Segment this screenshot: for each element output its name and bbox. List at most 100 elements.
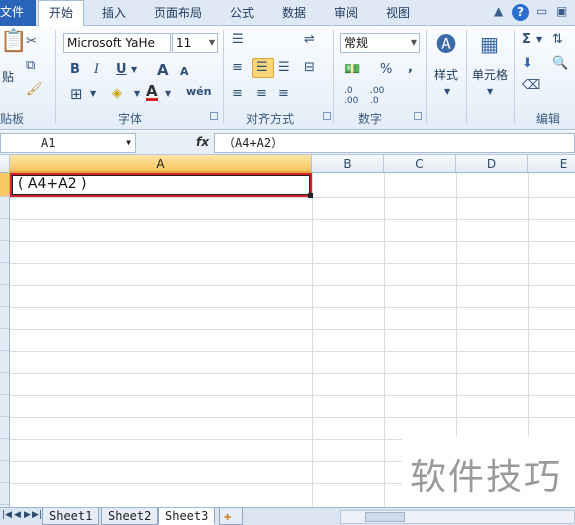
column-header-b[interactable]: B: [312, 155, 384, 173]
grow-font-button[interactable]: A: [157, 62, 169, 78]
borders-icon[interactable]: ⊞: [70, 86, 83, 102]
insert-sheet-icon[interactable]: ✚: [219, 508, 243, 525]
row-header[interactable]: [0, 307, 9, 329]
tab-file[interactable]: 文件: [0, 0, 36, 26]
comma-button[interactable]: ,: [408, 60, 413, 76]
borders-dropdown-icon[interactable]: ▼: [90, 86, 96, 102]
name-box[interactable]: A1 ▼: [0, 133, 136, 153]
minimize-icon[interactable]: ▭: [536, 4, 547, 18]
align-top-row-icon[interactable]: ≡: [232, 60, 243, 76]
find-select-icon[interactable]: 🔍: [552, 56, 568, 72]
column-header-e[interactable]: E: [528, 155, 575, 173]
clear-icon[interactable]: ⌫: [522, 78, 540, 94]
row-header[interactable]: [0, 263, 9, 285]
alignment-dialog-launcher-icon[interactable]: [323, 112, 331, 120]
align-top-icon[interactable]: ☰: [232, 32, 244, 48]
shrink-font-button[interactable]: A: [180, 64, 189, 80]
tab-data[interactable]: 数据: [282, 0, 306, 26]
row-header[interactable]: [0, 483, 9, 505]
italic-button[interactable]: I: [94, 62, 99, 78]
phonetic-guide-button[interactable]: wén: [186, 84, 211, 100]
collapse-ribbon-icon[interactable]: ▲: [494, 4, 503, 18]
tab-review[interactable]: 审阅: [334, 0, 358, 26]
percent-button[interactable]: %: [380, 62, 392, 78]
decrease-decimal-button[interactable]: .00 .0: [370, 86, 392, 106]
font-color-button[interactable]: A: [146, 84, 158, 101]
prev-sheet-icon[interactable]: ◀: [14, 510, 21, 520]
sheet-tab-sheet3[interactable]: Sheet3: [158, 508, 216, 525]
row-header[interactable]: [0, 439, 9, 461]
number-format-select[interactable]: 常规 ▼: [340, 33, 420, 53]
first-sheet-icon[interactable]: |◀: [2, 510, 12, 520]
tab-insert[interactable]: 插入: [102, 0, 126, 26]
underline-dropdown-icon[interactable]: ▼: [131, 62, 137, 78]
copy-icon[interactable]: ⧉: [26, 58, 35, 74]
tab-view[interactable]: 视图: [386, 0, 410, 26]
row-header[interactable]: [0, 173, 9, 197]
row-header[interactable]: [0, 285, 9, 307]
row-header[interactable]: [0, 329, 9, 351]
font-name-select[interactable]: Microsoft YaHe: [63, 33, 171, 53]
merge-center-icon[interactable]: ⊟: [304, 60, 315, 76]
tab-home[interactable]: 开始: [38, 0, 85, 27]
row-header[interactable]: [0, 351, 9, 373]
cells-icon[interactable]: ▦: [480, 34, 499, 54]
last-sheet-icon[interactable]: ▶|: [32, 510, 42, 520]
styles-button[interactable]: 样式: [434, 66, 458, 83]
styles-dropdown-icon[interactable]: ▼: [444, 84, 450, 100]
gridline: [312, 173, 313, 507]
cut-icon[interactable]: ✂: [26, 34, 37, 50]
sheet-tab-sheet2[interactable]: Sheet2: [101, 508, 159, 525]
row-header[interactable]: [0, 461, 9, 483]
help-icon[interactable]: ?: [512, 4, 529, 21]
row-header[interactable]: [0, 417, 9, 439]
align-left-icon[interactable]: ≡: [232, 86, 243, 102]
tab-page-layout[interactable]: 页面布局: [154, 0, 202, 26]
formula-input[interactable]: （A4+A2）: [214, 133, 575, 153]
scrollbar-thumb[interactable]: [365, 512, 405, 522]
restore-icon[interactable]: ▣: [556, 4, 567, 18]
increase-decimal-button[interactable]: .0 .00: [344, 86, 366, 106]
column-header-a[interactable]: A: [10, 155, 312, 173]
paste-label[interactable]: 贴: [2, 68, 14, 85]
horizontal-scrollbar[interactable]: [340, 510, 575, 524]
paste-icon[interactable]: 📋: [0, 31, 27, 53]
styles-icon[interactable]: 🅐: [436, 34, 456, 54]
autosum-button[interactable]: Σ: [522, 32, 531, 48]
row-header[interactable]: [0, 395, 9, 417]
autosum-dropdown-icon[interactable]: ▼: [536, 32, 542, 48]
cells-dropdown-icon[interactable]: ▼: [487, 84, 493, 100]
accounting-format-icon[interactable]: 💵: [344, 62, 360, 78]
sort-filter-icon[interactable]: ⇅: [552, 32, 563, 48]
fill-color-icon[interactable]: ◈: [112, 86, 122, 102]
insert-function-icon[interactable]: fx: [196, 135, 209, 149]
tab-formulas[interactable]: 公式: [230, 0, 254, 26]
align-center-icon[interactable]: ≡: [256, 86, 267, 102]
row-header[interactable]: [0, 219, 9, 241]
bold-button[interactable]: B: [70, 62, 80, 78]
fill-icon[interactable]: ⬇: [522, 56, 533, 72]
row-header[interactable]: [0, 197, 9, 219]
font-dialog-launcher-icon[interactable]: [210, 112, 218, 120]
row-header[interactable]: [0, 373, 9, 395]
alignment-group-label: 对齐方式: [246, 112, 295, 126]
column-header-c[interactable]: C: [384, 155, 456, 173]
wrap-text-icon[interactable]: ⇌: [304, 32, 315, 48]
align-right-icon[interactable]: ≡: [278, 86, 289, 102]
fill-color-dropdown-icon[interactable]: ▼: [134, 86, 140, 102]
underline-button[interactable]: U: [116, 62, 127, 78]
align-bottom-icon[interactable]: ☰: [278, 60, 290, 76]
font-color-dropdown-icon[interactable]: ▼: [165, 86, 171, 102]
format-painter-icon[interactable]: 🖌: [26, 82, 43, 98]
row-header[interactable]: [0, 241, 9, 263]
select-all-corner[interactable]: [0, 155, 10, 173]
sheet-tab-bar: |◀ ◀ ▶ ▶| Sheet1 Sheet2 Sheet3 ✚: [0, 507, 575, 525]
active-cell-a1[interactable]: ( A4+A2 ): [10, 173, 312, 197]
number-dialog-launcher-icon[interactable]: [414, 112, 422, 120]
cells-button[interactable]: 单元格: [472, 66, 508, 83]
fill-handle[interactable]: [308, 193, 313, 198]
column-header-d[interactable]: D: [456, 155, 528, 173]
next-sheet-icon[interactable]: ▶: [24, 510, 31, 520]
sheet-tab-sheet1[interactable]: Sheet1: [42, 508, 100, 525]
font-size-select[interactable]: 11 ▼: [172, 33, 218, 53]
